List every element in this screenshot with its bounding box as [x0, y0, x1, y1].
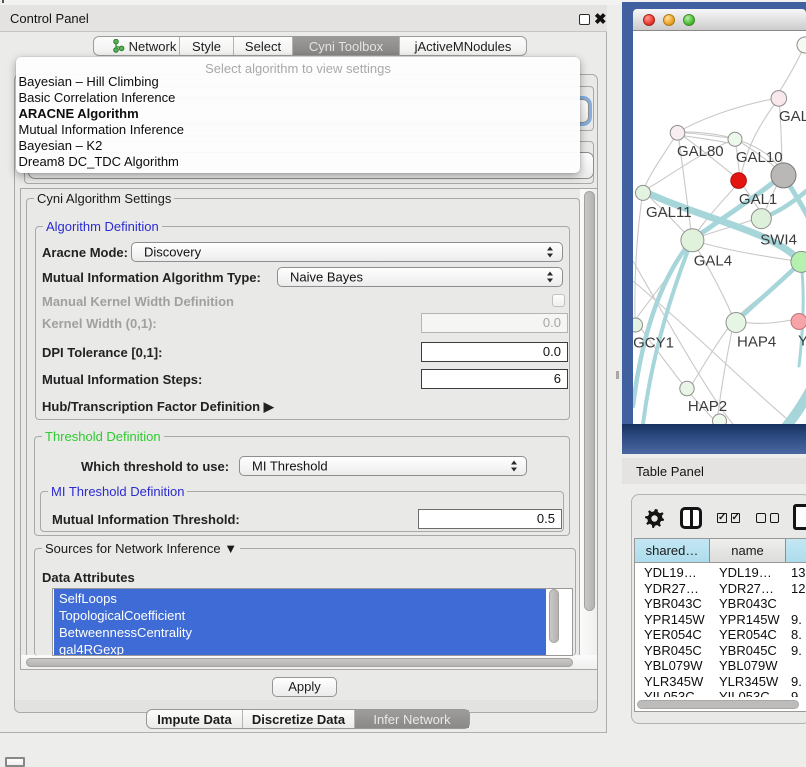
- svg-text:GAL80: GAL80: [677, 143, 724, 160]
- svg-text:GCY1: GCY1: [633, 335, 674, 352]
- svg-text:GAL11: GAL11: [646, 204, 692, 221]
- svg-text:HAP4: HAP4: [737, 334, 776, 351]
- svg-text:GAL10: GAL10: [736, 149, 783, 166]
- svg-text:SWI4: SWI4: [760, 232, 797, 249]
- svg-text:HAP2: HAP2: [688, 398, 727, 415]
- svg-text:GAL4: GAL4: [694, 253, 732, 270]
- svg-text:Y: Y: [798, 333, 806, 350]
- svg-text:GAL2: GAL2: [779, 108, 806, 125]
- svg-text:GAL1: GAL1: [739, 191, 777, 208]
